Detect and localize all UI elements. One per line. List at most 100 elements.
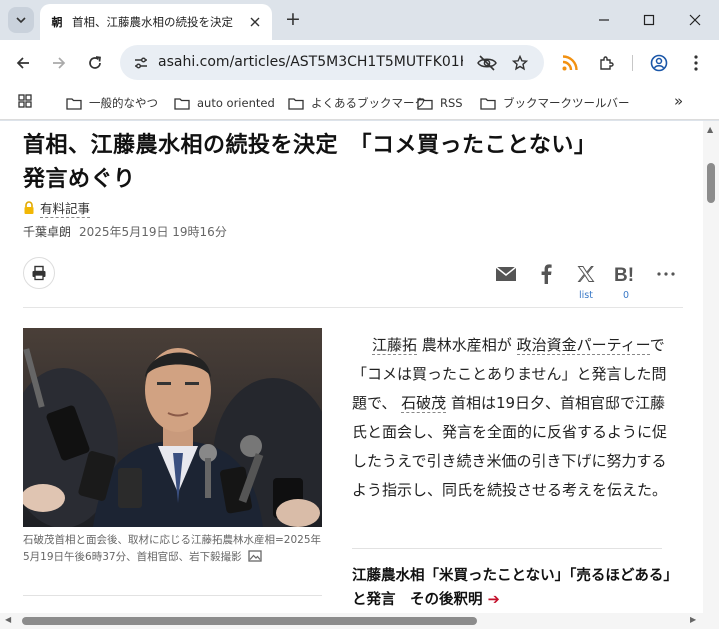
kebab-menu-icon bbox=[694, 55, 698, 71]
close-icon bbox=[689, 14, 701, 26]
share-facebook-button[interactable] bbox=[532, 261, 560, 287]
bookmarks-bar: 一般的なやつ auto oriented よくあるブックマーク RSS ブックマ… bbox=[0, 85, 719, 120]
scroll-up-icon[interactable]: ▲ bbox=[707, 125, 713, 134]
browser-toolbar: asahi.com/articles/AST5M3CH1T5MUTFK01KM.… bbox=[0, 40, 719, 85]
x-list-link[interactable]: list bbox=[571, 290, 601, 301]
paid-article-label: 有料記事 bbox=[40, 198, 91, 218]
svg-text:B!: B! bbox=[614, 265, 634, 284]
eye-off-icon[interactable] bbox=[475, 51, 499, 75]
x-logo-icon bbox=[577, 266, 595, 282]
browser-menu-button[interactable] bbox=[683, 50, 709, 76]
photo-caption-text: 石破茂首相と面会後、取材に応じる江藤拓農林水産相=2025年5月19日午後6時3… bbox=[23, 534, 322, 563]
caption-divider bbox=[23, 595, 322, 596]
photo-caption: 石破茂首相と面会後、取材に応じる江藤拓農林水産相=2025年5月19日午後6時3… bbox=[23, 532, 323, 566]
publish-date: 2025年5月19日 19時16分 bbox=[79, 225, 227, 239]
maximize-button[interactable] bbox=[637, 8, 661, 32]
site-info-icon[interactable] bbox=[128, 50, 154, 76]
paid-article-badge[interactable]: 有料記事 bbox=[23, 198, 91, 218]
active-tab[interactable]: 朝 首相、江藤農水相の続投を決定 bbox=[40, 4, 272, 40]
share-mail-button[interactable] bbox=[492, 261, 520, 287]
close-window-button[interactable] bbox=[683, 8, 707, 32]
print-button[interactable] bbox=[23, 257, 55, 289]
extensions-button[interactable] bbox=[593, 50, 619, 76]
puzzle-icon bbox=[600, 56, 614, 70]
share-x-button[interactable] bbox=[572, 261, 600, 287]
header-divider bbox=[23, 307, 683, 308]
vertical-scrollbar[interactable]: ▲ bbox=[703, 121, 719, 615]
bookmark-star-icon[interactable] bbox=[508, 51, 532, 75]
lock-icon bbox=[24, 201, 34, 214]
url-text: asahi.com/articles/AST5M3CH1T5MUTFK01KM.… bbox=[158, 54, 463, 70]
bookmark-label: 一般的なやつ bbox=[89, 96, 158, 110]
related-article-title: 江藤農水相「米買ったことない」「売るほどある」と発言 その後釈明 bbox=[352, 568, 671, 608]
horizontal-scroll-thumb[interactable] bbox=[22, 617, 477, 625]
vertical-scroll-thumb[interactable] bbox=[707, 163, 715, 203]
press-conference-photo bbox=[23, 328, 322, 527]
new-tab-button[interactable]: + bbox=[282, 9, 304, 31]
back-button[interactable] bbox=[10, 50, 36, 76]
headline-line-1: 首相、江藤農水相の続投を決定 「コメ買ったことない」 bbox=[23, 133, 597, 158]
bookmark-label: RSS bbox=[440, 96, 463, 110]
arrow-left-icon bbox=[16, 57, 29, 69]
toolbar-separator bbox=[632, 55, 633, 71]
reload-button[interactable] bbox=[82, 50, 108, 76]
headline-line-2: 発言めぐり bbox=[23, 167, 136, 192]
more-horizontal-icon bbox=[657, 272, 675, 276]
minimize-icon bbox=[599, 19, 609, 21]
bookmark-folder[interactable]: RSS bbox=[417, 92, 463, 114]
folder-icon bbox=[288, 97, 304, 110]
person-link-eto[interactable]: 江藤拓 bbox=[372, 336, 418, 355]
bookmark-folder[interactable]: auto oriented bbox=[174, 92, 275, 114]
topic-link-fundraiser[interactable]: 政治資金パーティー bbox=[516, 336, 650, 355]
article-headline: 首相、江藤農水相の続投を決定 「コメ買ったことない」 発言めぐり bbox=[23, 129, 673, 197]
chevron-down-icon bbox=[16, 17, 26, 24]
maximize-icon bbox=[643, 14, 655, 26]
bookmark-folder[interactable]: ブックマークツールバー bbox=[480, 92, 630, 114]
image-icon[interactable] bbox=[248, 550, 262, 562]
hatena-bookmark-icon: B! bbox=[614, 265, 634, 284]
horizontal-scrollbar[interactable]: ◀ ▶ bbox=[0, 613, 719, 629]
byline: 千葉卓朗 2025年5月19日 19時16分 bbox=[23, 223, 227, 240]
bookmark-label: auto oriented bbox=[197, 96, 275, 110]
folder-icon bbox=[417, 97, 433, 110]
bookmark-label: よくあるブックマーク bbox=[311, 96, 426, 110]
tab-strip: 朝 首相、江藤農水相の続投を決定 + bbox=[0, 0, 719, 40]
arrow-right-icon: ➔ bbox=[487, 592, 500, 608]
more-share-button[interactable] bbox=[652, 261, 680, 287]
rss-icon bbox=[562, 55, 578, 71]
apps-grid-icon[interactable] bbox=[18, 93, 32, 112]
minimize-button[interactable] bbox=[592, 8, 616, 32]
person-link-ishiba[interactable]: 石破茂 bbox=[401, 394, 447, 413]
body-text-segment: 農林水産相が bbox=[417, 336, 517, 354]
folder-icon bbox=[174, 97, 190, 110]
share-hatena-button[interactable]: B! bbox=[612, 261, 640, 287]
bookmark-folder[interactable]: 一般的なやつ bbox=[66, 92, 158, 114]
arrow-right-icon bbox=[53, 57, 66, 69]
bookmark-label: ブックマークツールバー bbox=[503, 96, 630, 110]
related-article-link[interactable]: 江藤農水相「米買ったことない」「売るほどある」と発言 その後釈明 ➔ bbox=[352, 564, 672, 612]
forward-button[interactable] bbox=[46, 50, 72, 76]
asahi-favicon-icon: 朝 bbox=[51, 16, 63, 29]
page-content: 首相、江藤農水相の続投を決定 「コメ買ったことない」 発言めぐり 有料記事 千葉… bbox=[0, 121, 703, 629]
address-bar[interactable]: asahi.com/articles/AST5M3CH1T5MUTFK01KM.… bbox=[120, 45, 544, 80]
author-name: 千葉卓朗 bbox=[23, 225, 72, 239]
folder-icon bbox=[66, 97, 82, 110]
article-photo[interactable] bbox=[23, 328, 322, 527]
scroll-left-icon[interactable]: ◀ bbox=[5, 615, 11, 624]
close-tab-icon[interactable] bbox=[246, 13, 264, 31]
facebook-icon bbox=[541, 264, 552, 284]
folder-icon bbox=[480, 97, 496, 110]
more-bookmarks-icon[interactable]: » bbox=[674, 92, 683, 110]
reload-icon bbox=[89, 56, 101, 69]
tab-title: 首相、江藤農水相の続投を決定 bbox=[72, 15, 233, 29]
profile-button[interactable] bbox=[646, 50, 672, 76]
hatena-count: 0 bbox=[622, 290, 630, 301]
scroll-right-icon[interactable]: ▶ bbox=[690, 615, 696, 624]
rss-extension-button[interactable] bbox=[557, 50, 583, 76]
printer-icon bbox=[32, 265, 46, 281]
tab-search-button[interactable] bbox=[8, 7, 34, 33]
mail-icon bbox=[495, 266, 517, 281]
account-icon bbox=[650, 54, 668, 72]
related-divider bbox=[352, 548, 662, 549]
bookmark-folder[interactable]: よくあるブックマーク bbox=[288, 92, 426, 114]
